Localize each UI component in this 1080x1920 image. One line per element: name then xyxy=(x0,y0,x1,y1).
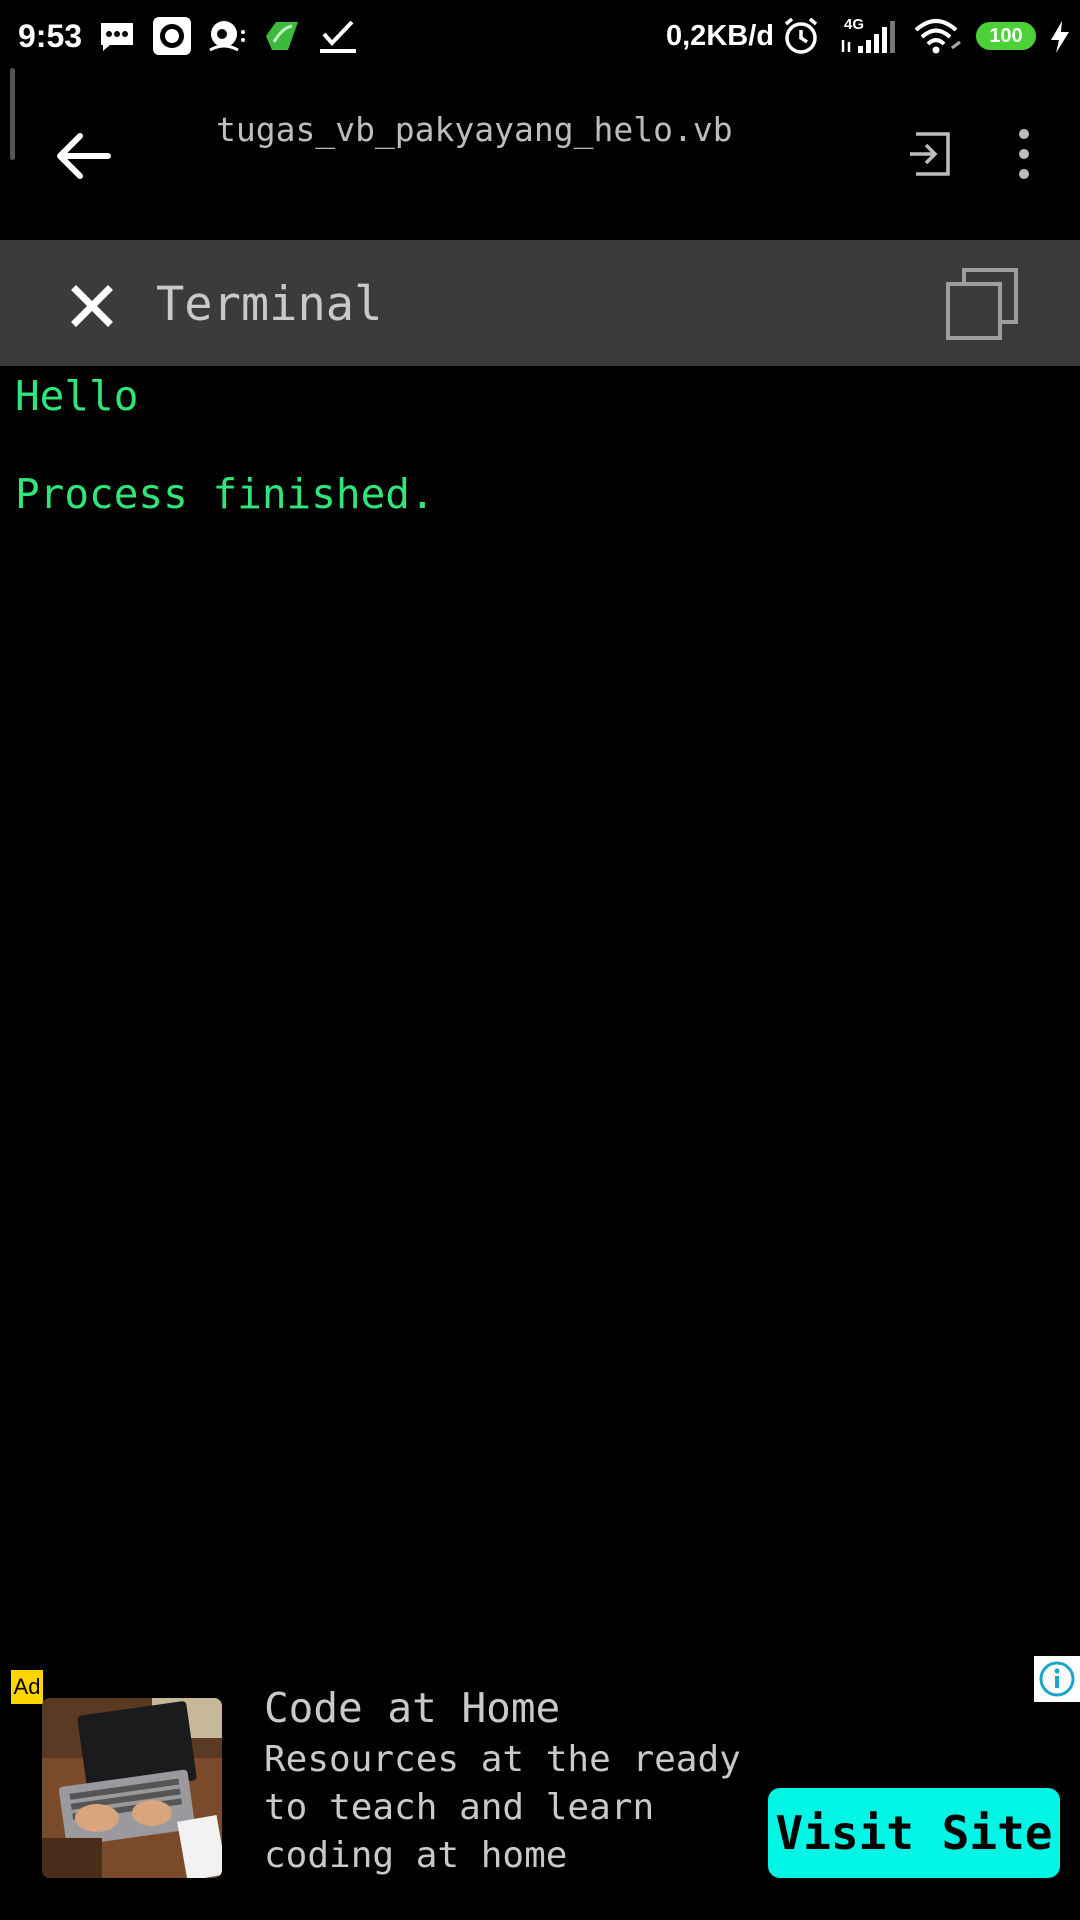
message-icon xyxy=(101,23,133,51)
copy-icon[interactable] xyxy=(944,266,1020,342)
info-icon[interactable] xyxy=(1034,1656,1080,1702)
ad-image[interactable] xyxy=(42,1698,222,1878)
status-bar: 9:53 0,2KB/d 4G 100 xyxy=(0,0,1080,72)
terminal-line: Hello xyxy=(15,372,139,420)
ad-description-line: coding at home xyxy=(264,1835,568,1876)
app-icon xyxy=(209,21,245,52)
ad-description: Resources at the ready to teach and lear… xyxy=(264,1736,764,1880)
terminal-title: Terminal xyxy=(156,277,383,332)
ad-badge: Ad xyxy=(11,1670,43,1704)
ad-title: Code at Home xyxy=(264,1684,561,1732)
ad-description-line: Resources at the ready xyxy=(264,1739,741,1780)
network-speed: 0,2KB/d xyxy=(666,20,774,52)
enter-icon[interactable] xyxy=(908,130,952,178)
arrow-left-icon[interactable] xyxy=(52,124,116,188)
leaf-app-icon xyxy=(266,22,298,50)
more-vertical-icon[interactable] xyxy=(1006,126,1042,182)
record-icon xyxy=(153,17,191,55)
battery-level: 100 xyxy=(989,25,1023,47)
wifi-icon xyxy=(914,19,961,54)
app-toolbar: tugas_vb_pakyayang_helo.vb xyxy=(0,68,1080,240)
screen: 9:53 0,2KB/d 4G 100 tugas_vb_pakyayang_h… xyxy=(0,0,1080,1920)
terminal-header: Terminal xyxy=(0,240,1080,366)
terminal-output[interactable]: Hello Process finished. xyxy=(15,372,1065,519)
check-icon xyxy=(320,20,356,53)
alarm-icon xyxy=(784,17,818,54)
file-title: tugas_vb_pakyayang_helo.vb xyxy=(216,110,733,149)
charging-icon xyxy=(1051,21,1069,53)
ad-description-line: to teach and learn xyxy=(264,1787,655,1828)
close-icon[interactable] xyxy=(68,282,116,330)
ad-banner[interactable]: Ad Code at Home Resources at the ready t… xyxy=(0,1656,1080,1920)
signal-icon xyxy=(841,21,895,53)
terminal-line: Process finished. xyxy=(15,470,435,518)
scroll-indicator xyxy=(10,68,15,160)
visit-site-button[interactable]: Visit Site xyxy=(768,1788,1060,1878)
status-time: 9:53 xyxy=(18,18,83,54)
battery-indicator: 100 xyxy=(976,22,1036,50)
